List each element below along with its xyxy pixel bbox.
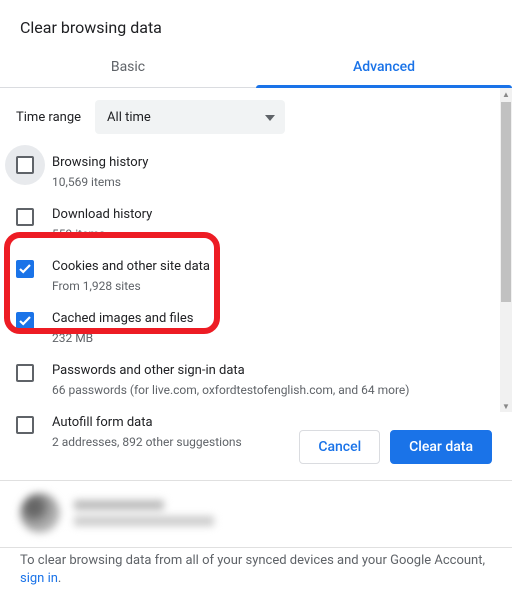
tab-bar: Basic Advanced xyxy=(0,47,512,88)
item-text: Browsing history 10,569 items xyxy=(52,154,484,190)
item-title: Cached images and files xyxy=(52,310,484,328)
account-row-blurred xyxy=(0,481,512,547)
clear-browsing-data-dialog: Clear browsing data Basic Advanced Time … xyxy=(0,0,512,615)
chevron-down-icon xyxy=(265,110,275,125)
item-text: Cached images and files 232 MB xyxy=(52,310,484,346)
time-range-row: Time range All time xyxy=(0,88,500,142)
item-subtitle: 232 MB xyxy=(52,330,484,346)
item-subtitle: 10,569 items xyxy=(52,174,484,190)
item-subtitle: 2 addresses, 892 other suggestions xyxy=(52,434,484,450)
dialog-title: Clear browsing data xyxy=(0,0,512,47)
item-subtitle: From 1,928 sites xyxy=(52,278,484,294)
scroll-area: Time range All time Browsing history 10,… xyxy=(0,88,512,412)
item-title: Cookies and other site data xyxy=(52,258,484,276)
checkbox-checked-icon xyxy=(16,260,34,278)
item-cookies: Cookies and other site data From 1,928 s… xyxy=(0,250,500,302)
item-subtitle: 559 items xyxy=(52,226,484,242)
tab-advanced[interactable]: Advanced xyxy=(256,47,512,87)
item-title: Passwords and other sign-in data xyxy=(52,362,484,380)
checkbox-icon xyxy=(16,416,34,434)
scrollbar-down-arrow-icon[interactable]: ▼ xyxy=(500,400,512,412)
checkbox-checked-icon xyxy=(16,312,34,330)
item-subtitle: 66 passwords (for live.com, oxfordtestof… xyxy=(52,382,484,398)
item-download-history: Download history 559 items xyxy=(0,198,500,250)
data-type-list: Browsing history 10,569 items Download h… xyxy=(0,142,500,458)
checkbox-icon xyxy=(16,208,34,226)
item-autofill: Autofill form data 2 addresses, 892 othe… xyxy=(0,406,500,458)
tab-label: Basic xyxy=(111,59,145,75)
item-cached: Cached images and files 232 MB xyxy=(0,302,500,354)
time-range-label: Time range xyxy=(16,110,81,125)
checkbox-wrap[interactable] xyxy=(16,312,36,332)
time-range-select[interactable]: All time xyxy=(95,100,285,134)
item-text: Cookies and other site data From 1,928 s… xyxy=(52,258,484,294)
item-text: Autofill form data 2 addresses, 892 othe… xyxy=(52,414,484,450)
checkbox-wrap[interactable] xyxy=(16,156,36,176)
item-title: Download history xyxy=(52,206,484,224)
item-title: Browsing history xyxy=(52,154,484,172)
item-passwords: Passwords and other sign-in data 66 pass… xyxy=(0,354,500,406)
footer-text: To clear browsing data from all of your … xyxy=(20,553,485,568)
scrollbar[interactable]: ▲ ▼ xyxy=(500,88,512,412)
time-range-value: All time xyxy=(107,110,151,125)
tab-basic[interactable]: Basic xyxy=(0,47,256,87)
footer-note: To clear browsing data from all of your … xyxy=(0,548,512,606)
scrollbar-thumb[interactable] xyxy=(501,102,511,302)
checkbox-wrap[interactable] xyxy=(16,208,36,228)
footer-tail: . xyxy=(58,571,61,586)
item-title: Autofill form data xyxy=(52,414,484,432)
item-text: Download history 559 items xyxy=(52,206,484,242)
checkbox-icon xyxy=(16,156,34,174)
checkbox-icon xyxy=(16,364,34,382)
checkbox-wrap[interactable] xyxy=(16,260,36,280)
item-browsing-history: Browsing history 10,569 items xyxy=(0,146,500,198)
checkbox-wrap[interactable] xyxy=(16,416,36,436)
scrollbar-up-arrow-icon[interactable]: ▲ xyxy=(500,88,512,100)
avatar xyxy=(20,493,60,533)
tab-label: Advanced xyxy=(353,59,415,75)
item-text: Passwords and other sign-in data 66 pass… xyxy=(52,362,484,398)
account-text-blurred xyxy=(74,500,214,526)
sign-in-link[interactable]: sign in xyxy=(20,571,58,586)
checkbox-wrap[interactable] xyxy=(16,364,36,384)
